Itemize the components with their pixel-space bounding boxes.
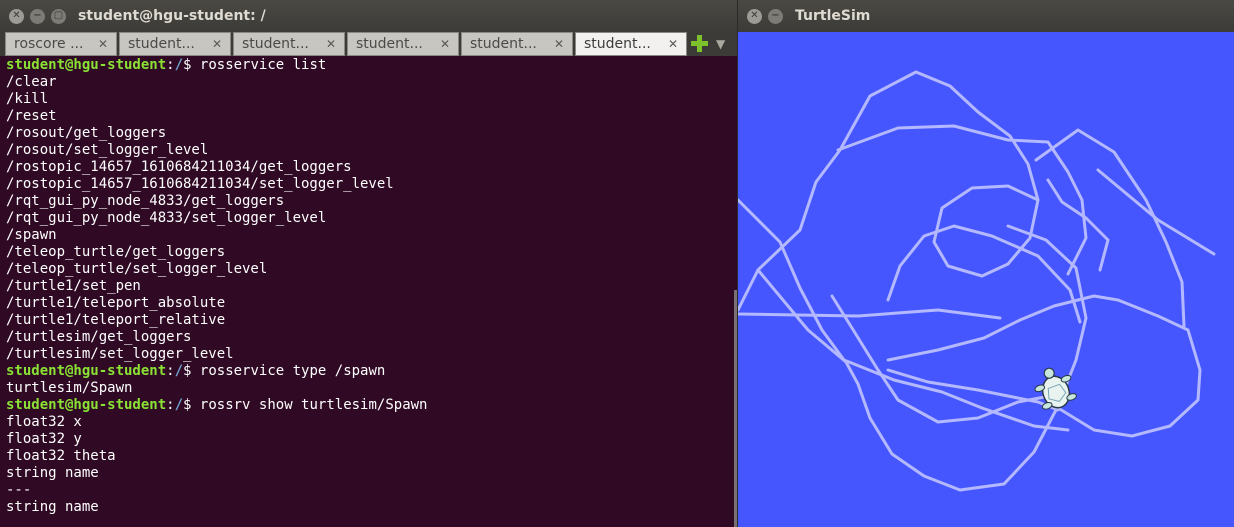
prompt-user: student@hgu-student (6, 397, 167, 413)
output-line: /teleop_turtle/set_logger_level (6, 261, 268, 277)
turtle-canvas (738, 70, 1216, 492)
output-line: turtlesim/Spawn (6, 380, 133, 396)
close-icon[interactable]: ✕ (9, 8, 24, 24)
command-text: rosservice type /spawn (199, 363, 386, 379)
close-tab-icon[interactable]: ✕ (554, 37, 564, 51)
minimize-icon[interactable]: − (768, 8, 783, 24)
close-tab-icon[interactable]: ✕ (440, 37, 450, 51)
output-line: /clear (6, 74, 57, 90)
turtlesim-window: ✕ − TurtleSim (738, 0, 1234, 527)
output-line: string name (6, 465, 99, 481)
prompt-user: student@hgu-student (6, 363, 167, 379)
output-line: --- (6, 482, 32, 498)
output-line: /turtlesim/get_loggers (6, 329, 192, 345)
output-line: float32 theta (6, 448, 116, 464)
close-tab-icon[interactable]: ✕ (326, 37, 336, 51)
output-line: /turtle1/set_pen (6, 278, 141, 294)
output-line: /reset (6, 108, 57, 124)
tab-label: student... (470, 36, 537, 52)
prompt-path: / (174, 397, 184, 413)
tab-label: student... (584, 36, 651, 52)
command-line: student@hgu-student:/$ rosservice type /… (6, 363, 730, 380)
tab-menu-chevron-down-icon[interactable]: ▼ (716, 37, 725, 51)
close-tab-icon[interactable]: ✕ (212, 37, 222, 51)
output-line: /rqt_gui_py_node_4833/set_logger_level (6, 210, 327, 226)
close-tab-icon[interactable]: ✕ (98, 37, 108, 51)
window-title: TurtleSim (795, 8, 871, 24)
tab-label: student... (356, 36, 423, 52)
prompt-colon: : (166, 57, 175, 73)
trail-segment (836, 124, 1088, 276)
prompt-path: / (174, 57, 184, 73)
output-line: /teleop_turtle/get_loggers (6, 244, 226, 260)
prompt-colon: : (166, 397, 175, 413)
prompt-user: student@hgu-student (6, 57, 167, 73)
command-line: student@hgu-student:/$ rossrv show turtl… (6, 397, 730, 414)
output-line: /rqt_gui_py_node_4833/get_loggers (6, 193, 285, 209)
output-line: /rostopic_14657_1610684211034/get_logger… (6, 159, 352, 175)
minimize-icon[interactable]: − (30, 8, 45, 24)
terminal-output[interactable]: student@hgu-student:/$ rosservice list/c… (6, 57, 730, 516)
trail-segment (756, 224, 1088, 492)
tab-label: student... (128, 36, 195, 52)
terminal-window: ✕ − ▢ student@hgu-student: / roscore ...… (0, 0, 737, 527)
tab-student-3[interactable]: student... ✕ (347, 32, 459, 56)
output-line: float32 x (6, 414, 82, 430)
terminal-titlebar: ✕ − ▢ student@hgu-student: / (0, 0, 737, 32)
output-line: /turtle1/teleport_relative (6, 312, 226, 328)
prompt-colon: : (166, 363, 175, 379)
tab-label: roscore ... (14, 36, 84, 52)
tab-student-2[interactable]: student... ✕ (233, 32, 345, 56)
close-icon[interactable]: ✕ (747, 8, 762, 24)
turtle-trail (738, 70, 1216, 492)
command-text: rossrv show turtlesim/Spawn (199, 397, 428, 413)
trail-segment (738, 70, 1040, 312)
new-tab-plus-icon[interactable] (691, 35, 708, 52)
output-line: string name (6, 499, 99, 515)
turtlesim-titlebar: ✕ − TurtleSim (738, 0, 1234, 32)
close-tab-icon[interactable]: ✕ (668, 37, 678, 51)
prompt-path: / (174, 363, 184, 379)
trail-segment (886, 294, 1202, 438)
output-line: /kill (6, 91, 49, 107)
maximize-icon[interactable]: ▢ (51, 8, 66, 24)
output-line: /spawn (6, 227, 57, 243)
tab-student-1[interactable]: student... ✕ (119, 32, 231, 56)
output-line: /turtle1/teleport_absolute (6, 295, 226, 311)
tab-student-active[interactable]: student... ✕ (575, 32, 687, 56)
tab-roscore[interactable]: roscore ... ✕ (5, 32, 117, 56)
tab-student-4[interactable]: student... ✕ (461, 32, 573, 56)
output-line: /rosout/get_loggers (6, 125, 167, 141)
trail-segment (738, 308, 1002, 320)
output-line: /rosout/set_logger_level (6, 142, 209, 158)
output-line: float32 y (6, 431, 82, 447)
command-text: rosservice list (199, 57, 327, 73)
scrollbar-thumb[interactable] (734, 290, 737, 527)
tab-label: student... (242, 36, 309, 52)
trail-segment (1096, 168, 1216, 256)
window-title: student@hgu-student: / (78, 8, 266, 24)
tab-bar: roscore ... ✕ student... ✕ student... ✕ … (0, 32, 737, 56)
command-line: student@hgu-student:/$ rosservice list (6, 57, 730, 74)
output-line: /rostopic_14657_1610684211034/set_logger… (6, 176, 394, 192)
output-line: /turtlesim/set_logger_level (6, 346, 234, 362)
